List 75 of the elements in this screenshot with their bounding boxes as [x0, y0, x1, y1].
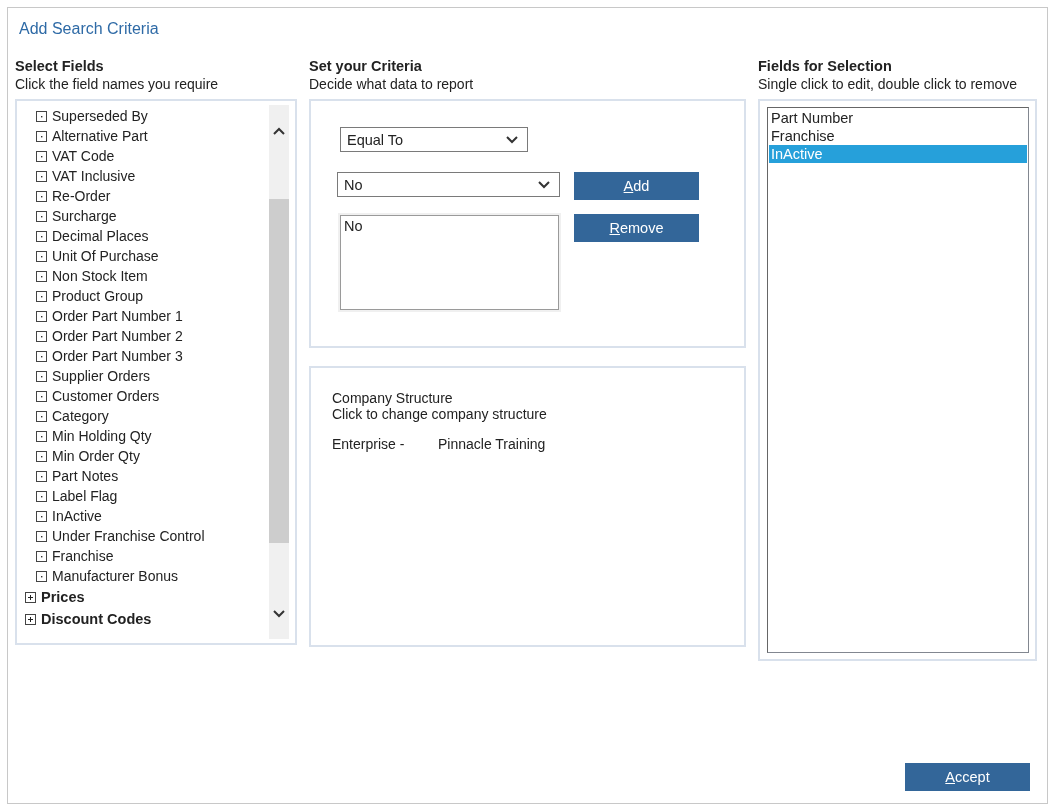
- section-hint: Single click to edit, double click to remove: [758, 75, 1018, 93]
- leaf-node-icon: [36, 530, 47, 542]
- dialog-title: Add Search Criteria: [19, 20, 159, 38]
- list-item[interactable]: Part Number: [769, 109, 1027, 127]
- section-hint: Click the field names you require: [15, 75, 219, 93]
- tree-item[interactable]: Under Franchise Control: [17, 526, 295, 546]
- expand-icon[interactable]: [25, 613, 36, 625]
- tree-item[interactable]: VAT Code: [17, 146, 295, 166]
- leaf-node-icon: [36, 490, 47, 502]
- tree-item[interactable]: Product Group: [17, 286, 295, 306]
- leaf-node-icon: [36, 310, 47, 322]
- tree-item[interactable]: Order Part Number 2: [17, 326, 295, 346]
- company-structure-link[interactable]: Click to change company structure: [332, 406, 547, 422]
- scrollbar[interactable]: [269, 105, 289, 639]
- tree-item[interactable]: Re-Order: [17, 186, 295, 206]
- tree-item[interactable]: Min Order Qty: [17, 446, 295, 466]
- tree-item[interactable]: Min Holding Qty: [17, 426, 295, 446]
- tree-item[interactable]: Part Notes: [17, 466, 295, 486]
- chevron-down-icon: [537, 178, 551, 191]
- leaf-node-icon: [36, 450, 47, 462]
- chevron-down-icon: [272, 607, 286, 620]
- tree-item[interactable]: Non Stock Item: [17, 266, 295, 286]
- values-list[interactable]: No: [340, 215, 559, 310]
- tree-item[interactable]: Surcharge: [17, 206, 295, 226]
- tree-item[interactable]: Franchise: [17, 546, 295, 566]
- tree-item[interactable]: Unit Of Purchase: [17, 246, 295, 266]
- leaf-node-icon: [36, 270, 47, 282]
- tree-item[interactable]: Category: [17, 406, 295, 426]
- leaf-node-icon: [36, 570, 47, 582]
- tree-item[interactable]: Label Flag: [17, 486, 295, 506]
- expand-icon[interactable]: [25, 591, 36, 603]
- leaf-node-icon: [36, 230, 47, 242]
- tree-item[interactable]: VAT Inclusive: [17, 166, 295, 186]
- value-dropdown[interactable]: No: [337, 172, 560, 197]
- enterprise-label: Enterprise -: [332, 436, 406, 452]
- leaf-node-icon: [36, 190, 47, 202]
- tree-item[interactable]: InActive: [17, 506, 295, 526]
- chevron-down-icon: [505, 133, 519, 146]
- leaf-node-icon: [36, 130, 47, 142]
- leaf-node-icon: [36, 110, 47, 122]
- leaf-node-icon: [36, 330, 47, 342]
- tree-group[interactable]: Discount Codes: [17, 608, 295, 630]
- tree-item[interactable]: Decimal Places: [17, 226, 295, 246]
- section-heading: Fields for Selection: [758, 57, 892, 75]
- section-heading: Set your Criteria: [309, 57, 422, 75]
- tree-item[interactable]: Manufacturer Bonus: [17, 566, 295, 586]
- leaf-node-icon: [36, 430, 47, 442]
- tree-item[interactable]: Supplier Orders: [17, 366, 295, 386]
- leaf-node-icon: [36, 290, 47, 302]
- leaf-node-icon: [36, 470, 47, 482]
- section-heading: Select Fields: [15, 57, 104, 75]
- enterprise-value: Pinnacle Training: [438, 436, 546, 452]
- leaf-node-icon: [36, 510, 47, 522]
- leaf-node-icon: [36, 550, 47, 562]
- leaf-node-icon: [36, 350, 47, 362]
- leaf-node-icon: [36, 390, 47, 402]
- tree-item[interactable]: Alternative Part: [17, 126, 295, 146]
- leaf-node-icon: [36, 370, 47, 382]
- operator-dropdown[interactable]: Equal To: [340, 127, 528, 152]
- tree-item[interactable]: Order Part Number 1: [17, 306, 295, 326]
- tree-item[interactable]: Order Part Number 3: [17, 346, 295, 366]
- tree-item[interactable]: Superseded By: [17, 106, 295, 126]
- remove-button[interactable]: Remove: [574, 214, 699, 242]
- company-structure-title: Company Structure: [332, 390, 453, 406]
- tree-group[interactable]: Prices: [17, 586, 295, 608]
- tree-item[interactable]: Customer Orders: [17, 386, 295, 406]
- list-item[interactable]: Franchise: [769, 127, 1027, 145]
- leaf-node-icon: [36, 150, 47, 162]
- leaf-node-icon: [36, 410, 47, 422]
- section-hint: Decide what data to report: [309, 75, 474, 93]
- add-button[interactable]: Add: [574, 172, 699, 200]
- accept-button[interactable]: Accept: [905, 763, 1030, 791]
- leaf-node-icon: [36, 250, 47, 262]
- leaf-node-icon: [36, 170, 47, 182]
- leaf-node-icon: [36, 210, 47, 222]
